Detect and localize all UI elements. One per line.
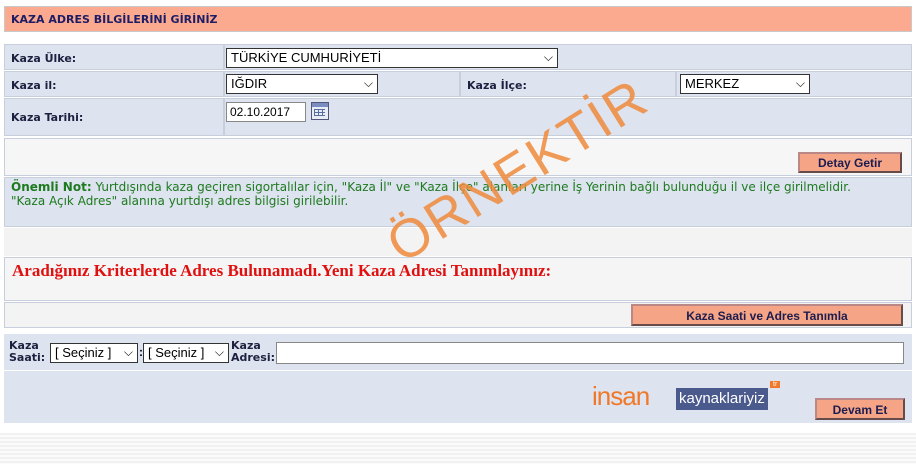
saati-label-line-2: Saati: [9, 351, 46, 364]
ulke-select[interactable]: TÜRKİYE CUMHURİYETİ ⌵ [226, 48, 558, 68]
hour-select-value: [ Seçiniz ] [55, 345, 112, 360]
ulke-label-cell: Kaza Ülke: [4, 44, 224, 70]
ulke-select-value: TÜRKİYE CUMHURİYETİ [231, 50, 382, 65]
hour-select[interactable]: [ Seçiniz ] ⌵ [50, 343, 138, 363]
calendar-icon[interactable] [311, 102, 329, 120]
tarih-label-cell: Kaza Tarihi: [4, 98, 224, 136]
il-select-value: IĞDIR [231, 76, 268, 91]
ulke-label: Kaza Ülke: [11, 52, 77, 65]
spacer-row [4, 228, 912, 256]
minute-select-value: [ Seçiniz ] [148, 345, 205, 360]
not-found-message: Aradığınız Kriterlerde Adres Bulunamadı.… [12, 261, 552, 280]
ilce-label-cell: Kaza İlçe: [460, 71, 676, 97]
minute-select[interactable]: [ Seçiniz ] ⌵ [143, 343, 229, 363]
tarih-input[interactable]: 02.10.2017 [226, 102, 306, 122]
chevron-down-icon: ⌵ [214, 345, 224, 359]
adres-label-line-2: Adresi: [231, 351, 275, 364]
il-label-cell: Kaza il: [4, 71, 224, 97]
il-select[interactable]: IĞDIR ⌵ [226, 74, 378, 94]
logo-part-2: kaynaklariyiz [676, 388, 768, 410]
saati-label: Kaza Saati: [9, 340, 45, 364]
adres-input[interactable] [276, 342, 904, 364]
note-title: Önemli Not: [11, 180, 92, 194]
devam-et-button[interactable]: Devam Et [815, 398, 905, 420]
site-logo: insan kaynaklariyiz tr [592, 381, 792, 411]
chevron-down-icon: ⌵ [123, 345, 133, 359]
chevron-down-icon: ⌵ [363, 76, 373, 90]
logo-part-1: insan [592, 381, 650, 411]
section-header: KAZA ADRES BİLGİLERİNİ GİRİNİZ [4, 6, 912, 32]
detay-row [4, 138, 912, 176]
ilce-select-value: MERKEZ [685, 76, 740, 91]
tarih-label: Kaza Tarihi: [11, 111, 84, 124]
il-label: Kaza il: [11, 79, 57, 92]
note-line-1: Yurtdışında kaza geçiren sigortalılar iç… [91, 180, 851, 194]
important-note: Önemli Not: Yurtdışında kaza geçiren sig… [4, 177, 912, 227]
message-row: Aradığınız Kriterlerde Adres Bulunamadı.… [4, 257, 912, 301]
note-text: Önemli Not: Yurtdışında kaza geçiren sig… [11, 180, 905, 208]
kaza-saati-adres-button[interactable]: Kaza Saati ve Adres Tanımla [631, 304, 903, 326]
detay-getir-button[interactable]: Detay Getir [798, 152, 902, 173]
chevron-down-icon: ⌵ [543, 50, 553, 64]
note-line-2: "Kaza Açık Adres" alanına yurtdışı adres… [11, 194, 349, 208]
ilce-label: Kaza İlçe: [467, 79, 527, 92]
chevron-down-icon: ⌵ [795, 76, 805, 90]
ilce-select[interactable]: MERKEZ ⌵ [680, 74, 810, 94]
adres-label: Kaza Adresi: [231, 340, 275, 364]
logo-badge: tr [770, 381, 781, 388]
page-bottom [0, 433, 916, 464]
